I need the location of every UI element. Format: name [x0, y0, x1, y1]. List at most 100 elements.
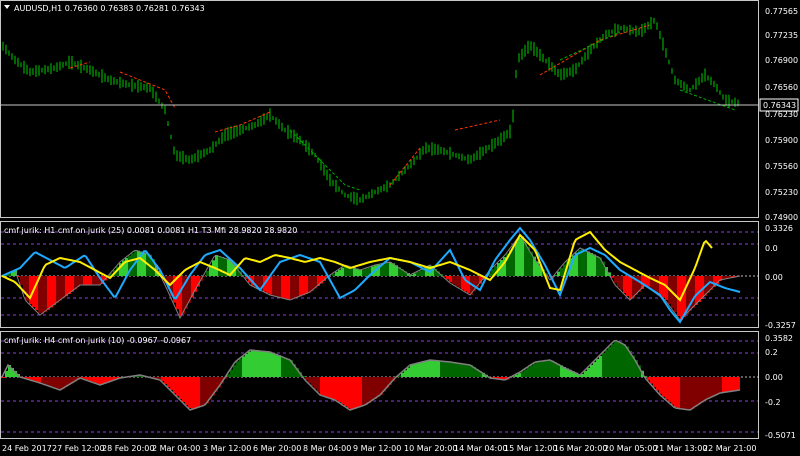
- indicator1-histogram-bar: [653, 276, 656, 291]
- indicator1-histogram-bar: [218, 256, 221, 276]
- indicator2-histogram-bar: [329, 377, 332, 398]
- indicator1-histogram-bar: [44, 276, 47, 312]
- indicator2-histogram-bar: [251, 350, 254, 377]
- indicator1-histogram-bar: [620, 276, 623, 290]
- indicator2-histogram-bar: [731, 377, 734, 392]
- price-tick: 0.75900: [765, 136, 798, 145]
- indicator1-histogram-bar: [215, 255, 218, 276]
- indicator1-histogram-bar: [293, 276, 296, 299]
- indicator2-histogram-bar: [35, 377, 38, 382]
- indicator2-histogram-bar: [530, 365, 533, 377]
- indicator2-histogram-bar: [335, 377, 338, 400]
- time-axis: 24 Feb 2017 27 Feb 12:00 28 Feb 20:00 2 …: [2, 444, 756, 453]
- indicator2-histogram-bar: [365, 377, 368, 405]
- indicator2-histogram-bar: [524, 369, 527, 377]
- indicator1-histogram-bar: [656, 276, 659, 294]
- indicator1-histogram-bar: [518, 237, 521, 276]
- indicator2-tick: 0.2: [765, 348, 778, 357]
- indicator2-histogram-bar: [662, 377, 665, 397]
- time-tick: 22 Mar 21:00: [703, 444, 756, 453]
- chart-canvas[interactable]: AUDUSD,H1 0.76360 0.76383 0.76281 0.7634…: [0, 0, 800, 456]
- indicator1-histogram-bar: [584, 250, 587, 276]
- indicator2-histogram-bar: [542, 361, 545, 377]
- indicator1-histogram-bar: [86, 276, 89, 285]
- indicator1-histogram-bar: [302, 276, 305, 296]
- indicator2-histogram-bar: [725, 377, 728, 393]
- indicator2-histogram-bar: [422, 362, 425, 377]
- indicator1-histogram-bar: [50, 276, 53, 308]
- indicator2-plot: [1, 339, 758, 433]
- indicator2-histogram-bar: [377, 377, 380, 397]
- indicator1-histogram-bar: [452, 276, 455, 285]
- indicator2-histogram-bar: [617, 341, 620, 377]
- indicator2-histogram-bar: [692, 377, 695, 409]
- indicator1-histogram-bar: [278, 276, 281, 297]
- indicator2-histogram-bar: [695, 377, 698, 407]
- indicator1-histogram-bar: [695, 276, 698, 305]
- indicator2-histogram-bar: [449, 361, 452, 377]
- indicator2-histogram-bar: [545, 360, 548, 377]
- indicator1-histogram-bar: [41, 276, 44, 315]
- indicator1-histogram-bar: [296, 276, 299, 298]
- indicator2-histogram-bar: [611, 344, 614, 377]
- indicator2-histogram-bar: [467, 364, 470, 377]
- indicator2-histogram-bar: [539, 361, 542, 377]
- indicator2-histogram-bar: [344, 377, 347, 406]
- indicator1-histogram-bar: [59, 276, 62, 301]
- indicator1-histogram-bar: [614, 276, 617, 284]
- dropdown-triangle-icon[interactable]: [4, 5, 10, 9]
- indicator2-histogram-bar: [665, 377, 668, 400]
- time-tick: 15 Mar 12:00: [504, 444, 557, 453]
- indicator1-histogram-bar: [383, 263, 386, 276]
- indicator2-histogram-bar: [686, 377, 689, 410]
- indicator2-histogram-bar: [5, 371, 8, 377]
- indicator2-histogram-bar: [404, 370, 407, 377]
- indicator2-histogram-bar: [272, 352, 275, 377]
- indicator1-histogram-bar: [677, 276, 680, 316]
- indicator2-histogram-bar: [602, 353, 605, 377]
- indicator2-histogram-bar: [533, 363, 536, 377]
- indicator2-histogram-bar: [284, 357, 287, 377]
- time-tick: 2 Mar 04:00: [152, 444, 200, 453]
- indicator1-histogram-bar: [284, 276, 287, 299]
- indicator2-histogram-bar: [452, 362, 455, 377]
- main-panel-frame: [0, 0, 759, 218]
- indicator1-histogram-bar: [596, 256, 599, 276]
- indicator2-histogram-bar: [455, 362, 458, 377]
- indicator1-histogram-bar: [455, 276, 458, 286]
- indicator1-tick: 0.3326: [765, 224, 793, 233]
- indicator2-histogram-bar: [92, 377, 95, 383]
- indicator2-histogram-bar: [407, 367, 410, 377]
- price-tick: 0.76900: [765, 56, 798, 65]
- indicator1-histogram-bar: [359, 269, 362, 276]
- indicator1-histogram-bar: [65, 276, 68, 297]
- indicator1-histogram-bar: [89, 276, 92, 285]
- indicator2-histogram-bar: [413, 364, 416, 377]
- indicator2-histogram-bar: [173, 377, 176, 393]
- indicator2-histogram-bar: [728, 377, 731, 392]
- indicator1-histogram-bar: [590, 253, 593, 276]
- indicator2-histogram-bar: [230, 369, 233, 377]
- indicator1-histogram-bar: [611, 276, 614, 278]
- indicator2-histogram-bar: [716, 377, 719, 395]
- indicator1-histogram-bar: [341, 267, 344, 276]
- indicator1-histogram-bar: [332, 273, 335, 276]
- indicator2-histogram-bar: [332, 377, 335, 399]
- indicator2-histogram-bar: [287, 358, 290, 377]
- indicator2-histogram-bar: [185, 377, 188, 405]
- indicator2-histogram-bar: [713, 377, 716, 397]
- indicator1-histogram-bar: [458, 276, 461, 288]
- indicator1-histogram-bar: [335, 271, 338, 276]
- indicator2-histogram-bar: [434, 360, 437, 377]
- time-tick: 6 Mar 20:00: [253, 444, 301, 453]
- indicator2-histogram-bar: [281, 356, 284, 377]
- indicator2-histogram-bar: [710, 377, 713, 398]
- indicator2-histogram-bar: [464, 364, 467, 377]
- indicator2-title: cmf jurik: H4 cmf on jurik (10) -0.0967 …: [4, 336, 191, 345]
- indicator1-histogram-bar: [338, 269, 341, 276]
- indicator2-histogram-bar: [650, 377, 653, 384]
- indicator1-histogram-bar: [29, 276, 32, 304]
- indicator2-histogram-bar: [458, 363, 461, 377]
- indicator1-histogram-bar: [593, 254, 596, 276]
- indicator1-histogram-bar: [47, 276, 50, 310]
